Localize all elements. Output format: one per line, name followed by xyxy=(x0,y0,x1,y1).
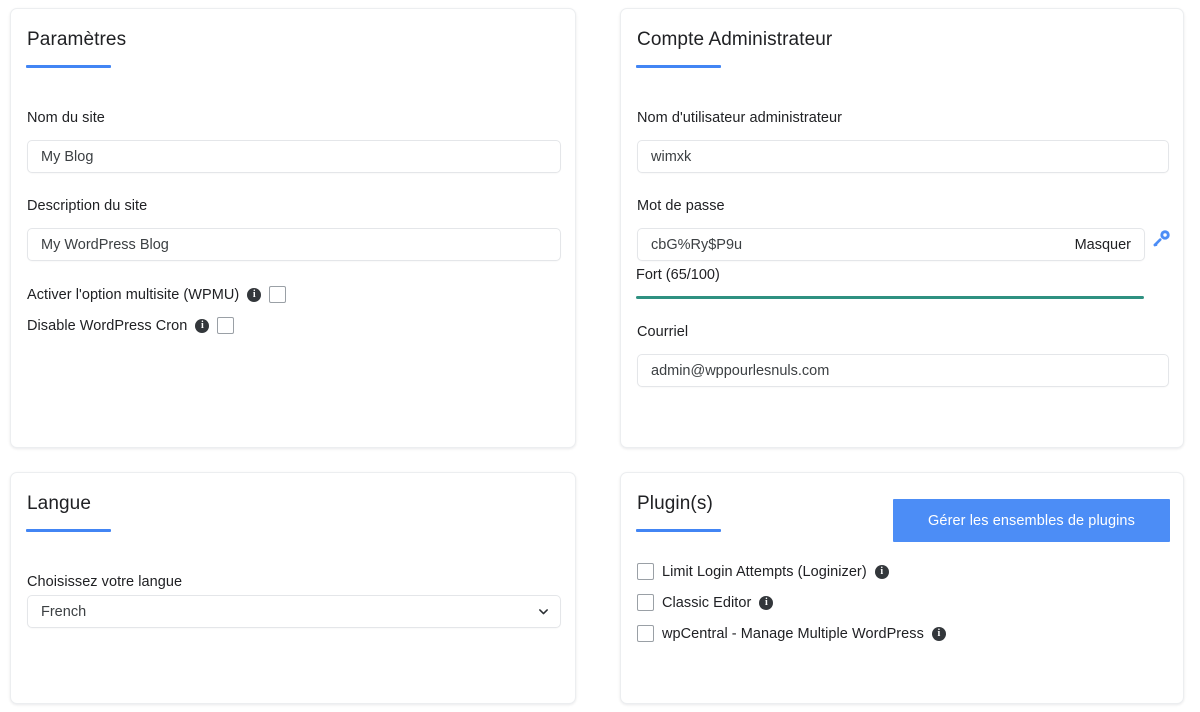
site-description-label: Description du site xyxy=(27,198,148,214)
multisite-option-row: Activer l'option multisite (WPMU) i xyxy=(27,286,287,303)
admin-username-input[interactable]: wimxk xyxy=(637,140,1169,173)
info-icon[interactable]: i xyxy=(759,595,774,610)
chevron-down-icon xyxy=(539,609,548,615)
admin-username-value: wimxk xyxy=(651,148,692,165)
plugins-card-title: Plugin(s) xyxy=(637,493,713,514)
plugins-card: Plugin(s) Gérer les ensembles de plugins… xyxy=(620,472,1184,704)
site-description-value: My WordPress Blog xyxy=(41,236,169,253)
plugin-checkbox[interactable] xyxy=(637,625,654,642)
key-icon[interactable] xyxy=(1150,228,1172,250)
password-strength-bar xyxy=(636,296,1144,299)
site-name-label: Nom du site xyxy=(27,110,105,126)
site-name-value: My Blog xyxy=(41,148,94,165)
multisite-checkbox[interactable] xyxy=(269,286,287,303)
admin-account-card: Compte Administrateur Nom d'utilisateur … xyxy=(620,8,1184,448)
language-title-underline xyxy=(26,529,111,532)
plugin-checkbox[interactable] xyxy=(637,563,654,580)
admin-card-title: Compte Administrateur xyxy=(637,29,833,50)
plugin-label: Classic Editor xyxy=(662,594,752,611)
admin-password-input[interactable]: cbG%Ry$P9u Masquer xyxy=(637,228,1145,261)
multisite-label: Activer l'option multisite (WPMU) xyxy=(27,286,240,303)
site-name-input[interactable]: My Blog xyxy=(27,140,561,173)
plugin-list-item: Classic Editor i xyxy=(637,594,774,611)
choose-language-label: Choisissez votre langue xyxy=(27,574,183,590)
admin-email-label: Courriel xyxy=(637,324,689,340)
language-card: Langue Choisissez votre langue French xyxy=(10,472,576,704)
password-visibility-toggle[interactable]: Masquer xyxy=(1065,237,1131,253)
language-select[interactable]: French xyxy=(27,595,561,628)
plugin-list-item: wpCentral - Manage Multiple WordPress i xyxy=(637,625,946,642)
admin-password-label: Mot de passe xyxy=(637,198,725,214)
plugin-label: Limit Login Attempts (Loginizer) xyxy=(662,563,867,580)
disable-cron-option-row: Disable WordPress Cron i xyxy=(27,317,235,334)
language-select-value: French xyxy=(41,603,87,620)
wordpress-installer-form: Paramètres Nom du site My Blog Descripti… xyxy=(0,0,1200,712)
manage-plugin-sets-button[interactable]: Gérer les ensembles de plugins xyxy=(893,499,1170,542)
info-icon[interactable]: i xyxy=(195,318,210,333)
password-strength-label: Fort (65/100) xyxy=(636,267,720,283)
plugin-checkbox[interactable] xyxy=(637,594,654,611)
disable-cron-label: Disable WordPress Cron xyxy=(27,317,188,334)
admin-email-input[interactable]: admin@wppourlesnuls.com xyxy=(637,354,1169,387)
settings-card: Paramètres Nom du site My Blog Descripti… xyxy=(10,8,576,448)
site-description-input[interactable]: My WordPress Blog xyxy=(27,228,561,261)
language-card-title: Langue xyxy=(27,493,92,514)
info-icon[interactable]: i xyxy=(874,564,889,579)
admin-password-value: cbG%Ry$P9u xyxy=(651,236,743,253)
settings-title-underline xyxy=(26,65,111,68)
disable-cron-checkbox[interactable] xyxy=(217,317,235,334)
plugin-list-item: Limit Login Attempts (Loginizer) i xyxy=(637,563,889,580)
info-icon[interactable]: i xyxy=(931,626,946,641)
admin-username-label: Nom d'utilisateur administrateur xyxy=(637,110,843,126)
plugins-title-underline xyxy=(636,529,721,532)
info-icon[interactable]: i xyxy=(247,287,262,302)
plugin-label: wpCentral - Manage Multiple WordPress xyxy=(662,625,924,642)
admin-email-value: admin@wppourlesnuls.com xyxy=(651,362,830,379)
settings-card-title: Paramètres xyxy=(27,29,127,50)
admin-title-underline xyxy=(636,65,721,68)
